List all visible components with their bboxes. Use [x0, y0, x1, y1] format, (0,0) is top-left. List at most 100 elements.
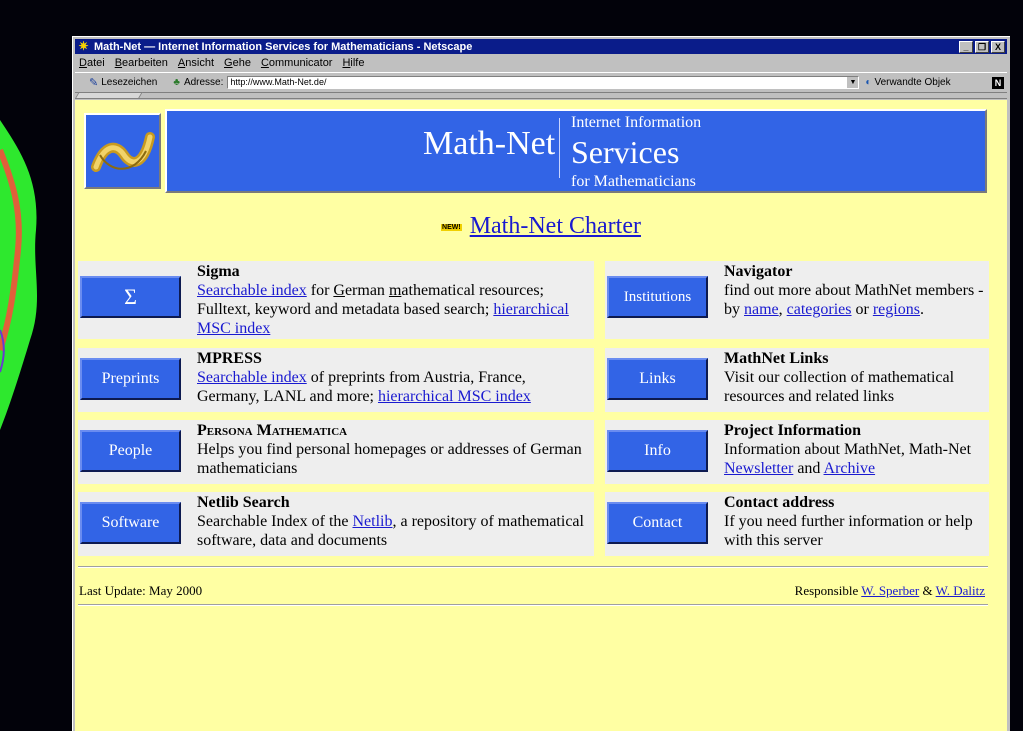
charter-row: NEW! Math-Net Charter [75, 213, 1007, 240]
mpress-title: MPRESS [197, 350, 262, 367]
sigma-searchable-index-link[interactable]: Searchable index [197, 282, 307, 299]
new-badge-icon: NEW! [441, 223, 462, 231]
sigma-button[interactable]: Σ [80, 276, 181, 318]
tagline-line3: for Mathematicians [571, 173, 696, 190]
mobius-strip-icon [91, 132, 155, 172]
contact-title: Contact address [724, 494, 835, 511]
chevron-down-icon[interactable]: ▼ [847, 77, 859, 88]
navigator-name-link[interactable]: name [744, 301, 779, 318]
location-icon: ♣ [173, 77, 180, 88]
preprints-button[interactable]: Preprints [80, 358, 181, 400]
persona-title: Persona Mathematica [197, 422, 348, 439]
toolbar-tab-handle[interactable] [75, 92, 143, 98]
sigma-text-underlined: G [333, 282, 345, 299]
card-mathnet-links: Links MathNet Links Visit our collection… [605, 348, 989, 412]
related-label: Verwandte Objek [874, 77, 951, 88]
links-button[interactable]: Links [607, 358, 708, 400]
address-input[interactable]: http://www.Math-Net.de/ ▼ [227, 76, 860, 89]
sigma-text-underlined: m [388, 282, 402, 299]
close-button[interactable]: X [991, 40, 1005, 53]
responsible-line: Responsible W. Sperber & W. Dalitz [795, 583, 985, 599]
sigma-text: for [306, 282, 334, 299]
persona-description: Persona Mathematica Helps you find perso… [197, 421, 592, 478]
menu-communicator[interactable]: Communicator [261, 57, 333, 69]
card-netlib: Software Netlib Search Searchable Index … [78, 492, 594, 556]
browser-window: ✷ Math-Net — Internet Information Servic… [72, 36, 1010, 731]
menu-datei[interactable]: Datei [79, 57, 105, 69]
links-text: Visit our collection of mathematical res… [724, 369, 955, 405]
tagline-line2: Services [571, 134, 680, 170]
bookmarks-button[interactable]: ✎ Lesezeichen [89, 76, 157, 89]
menu-bearbeiten[interactable]: Bearbeiten [115, 57, 168, 69]
persona-text: Helps you find personal homepages or add… [197, 441, 582, 477]
project-info-text: and [793, 460, 824, 477]
card-project-info: Info Project Information Information abo… [605, 420, 989, 484]
card-mpress: Preprints MPRESS Searchable index of pre… [78, 348, 594, 412]
address-label: Adresse: [183, 77, 224, 88]
footer-divider-bottom [78, 604, 988, 606]
sigma-title: Sigma [197, 263, 240, 280]
banner-divider [559, 118, 560, 178]
navigator-description: Navigator find out more about MathNet me… [724, 262, 986, 319]
charter-link[interactable]: Math-Net Charter [470, 213, 641, 239]
contact-text: If you need further information or help … [724, 513, 973, 549]
address-label-group: ♣ Adresse: [173, 77, 223, 88]
math-net-logo[interactable] [84, 113, 161, 189]
menu-gehe[interactable]: Gehe [224, 57, 251, 69]
title-bar: ✷ Math-Net — Internet Information Servic… [75, 39, 1007, 54]
dalitz-link[interactable]: W. Dalitz [936, 583, 985, 598]
info-button[interactable]: Info [607, 430, 708, 472]
bookmark-icon: ✎ [89, 77, 99, 89]
navigator-text: . [919, 301, 924, 318]
navigator-title: Navigator [724, 263, 793, 280]
tagline-line1: Internet Information [571, 114, 702, 131]
globe-icon: ◐ [865, 77, 872, 88]
newsletter-link[interactable]: Newsletter [724, 460, 793, 477]
netscape-app-icon: ✷ [78, 39, 89, 53]
contact-description: Contact address If you need further info… [724, 493, 986, 550]
project-info-title: Project Information [724, 422, 861, 439]
netlib-text: Searchable Index of the [197, 513, 353, 530]
related-button[interactable]: ◐ Verwandte Objek [865, 77, 950, 88]
mpress-searchable-index-link[interactable]: Searchable index [197, 369, 307, 386]
last-update: Last Update: May 2000 [79, 583, 203, 598]
header-banner: Math-Net Internet Information Services f… [165, 109, 987, 193]
minimize-button[interactable]: _ [959, 40, 973, 53]
people-button[interactable]: People [80, 430, 181, 472]
archive-link[interactable]: Archive [824, 460, 876, 477]
menu-hilfe[interactable]: Hilfe [342, 57, 364, 69]
project-info-text: Information about MathNet, Math-Net [724, 441, 972, 458]
card-sigma: Σ Sigma Searchable index for German math… [78, 261, 594, 339]
responsible-label: Responsible [794, 583, 862, 598]
netlib-title: Netlib Search [197, 494, 290, 511]
sperber-link[interactable]: W. Sperber [861, 583, 919, 598]
mpress-description: MPRESS Searchable index of preprints fro… [197, 349, 592, 406]
menu-ansicht[interactable]: Ansicht [178, 57, 214, 69]
menu-bar: Datei Bearbeiten Ansicht Gehe Communicat… [75, 55, 1007, 71]
desktop-wallpaper [0, 120, 38, 430]
software-button[interactable]: Software [80, 502, 181, 544]
brand-title: Math-Net [423, 125, 556, 162]
footer-divider-top [78, 566, 988, 568]
navigator-categories-link[interactable]: categories [787, 301, 852, 318]
address-value: http://www.Math-Net.de/ [230, 77, 327, 87]
institutions-button[interactable]: Institutions [607, 276, 708, 318]
netscape-logo-icon: N [992, 76, 1004, 89]
links-description: MathNet Links Visit our collection of ma… [724, 349, 986, 406]
contact-button[interactable]: Contact [607, 502, 708, 544]
navigator-regions-link[interactable]: regions [873, 301, 920, 318]
window-title: Math-Net — Internet Information Services… [94, 40, 473, 53]
restore-button[interactable]: ❐ [975, 40, 989, 53]
sigma-text: erman [344, 282, 389, 299]
personal-toolbar-tab [75, 92, 1007, 99]
navigator-text: , [778, 301, 787, 318]
mpress-msc-index-link[interactable]: hierarchical MSC index [378, 388, 531, 405]
netlib-link[interactable]: Netlib [352, 513, 392, 530]
project-info-description: Project Information Information about Ma… [724, 421, 986, 478]
netlib-description: Netlib Search Searchable Index of the Ne… [197, 493, 592, 550]
navigator-text: or [851, 301, 873, 318]
links-title: MathNet Links [724, 350, 829, 367]
card-navigator: Institutions Navigator find out more abo… [605, 261, 989, 339]
page-content: Math-Net Internet Information Services f… [75, 100, 1007, 731]
responsible-separator: & [919, 583, 936, 598]
